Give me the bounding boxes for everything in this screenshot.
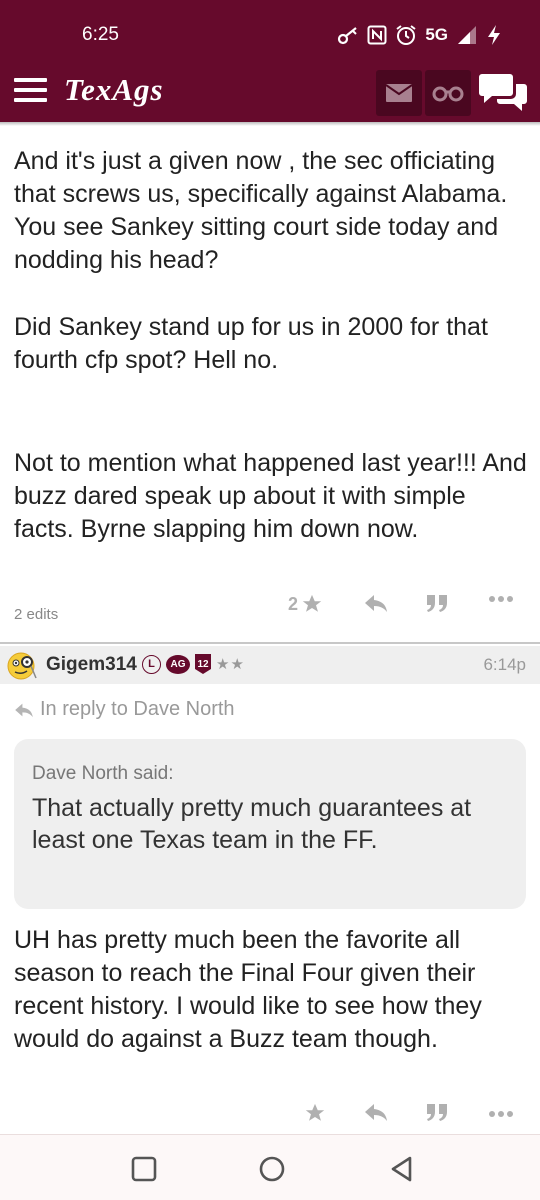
charging-icon	[488, 25, 500, 45]
reply-button[interactable]	[364, 1102, 388, 1122]
user-stars: ★★	[216, 655, 245, 673]
site-logo[interactable]: TexAgs	[64, 72, 164, 108]
network-label: 5G	[425, 25, 448, 44]
star-button[interactable]	[304, 1102, 326, 1124]
post-header: Gigem314 L AG 12 ★★ 6:14p	[0, 646, 540, 684]
user-badges: L AG 12 ★★	[142, 654, 245, 674]
post-paragraph: Did Sankey stand up for us in 2000 for t…	[14, 313, 488, 374]
quote-block: Dave North said: That actually pretty mu…	[14, 739, 526, 909]
reply-label: In reply to Dave North	[40, 698, 235, 720]
star-icon	[305, 1103, 325, 1121]
status-time: 6:25	[82, 24, 119, 45]
star-count: 2	[288, 593, 299, 614]
mail-icon	[386, 84, 412, 102]
binoculars-button[interactable]	[425, 70, 471, 116]
username[interactable]: Gigem314	[46, 654, 137, 676]
post-time: 6:14p	[483, 655, 526, 674]
quote-icon	[427, 595, 447, 612]
quote-text: That actually pretty much guarantees at …	[32, 794, 472, 854]
reply-icon	[15, 703, 33, 717]
header-shadow	[0, 122, 540, 126]
reply-button[interactable]	[364, 593, 388, 613]
home-icon[interactable]	[258, 1155, 286, 1183]
quote-icon	[427, 1104, 447, 1121]
star-icon	[302, 594, 322, 612]
reply-icon	[365, 595, 387, 612]
more-icon	[489, 1111, 513, 1117]
reply-link[interactable]: In reply to Dave North	[14, 698, 235, 721]
nfc-icon	[367, 25, 387, 45]
recents-icon[interactable]	[130, 1155, 158, 1183]
app-header: TexAgs	[0, 66, 540, 122]
badge-12: 12	[195, 654, 211, 674]
star-button[interactable]: 2	[288, 593, 323, 615]
back-icon[interactable]	[388, 1155, 416, 1183]
post-divider	[0, 642, 540, 644]
badge-l: L	[142, 654, 161, 674]
post-actions: 2	[0, 593, 540, 623]
system-nav-bar	[0, 1134, 540, 1200]
quote-button[interactable]	[426, 1102, 448, 1122]
status-icons: 5G	[337, 22, 502, 48]
key-icon	[338, 27, 358, 45]
avatar[interactable]	[6, 650, 38, 680]
post-paragraph: And it's just a given now , the sec offi…	[14, 147, 508, 274]
status-bar: 6:25 5G	[0, 0, 540, 66]
binoculars-icon	[432, 86, 464, 102]
signal-icon	[458, 26, 476, 44]
post-paragraph: Not to mention what happened last year!!…	[14, 449, 527, 543]
more-button[interactable]	[488, 595, 514, 603]
reply-icon	[365, 1104, 387, 1121]
more-button[interactable]	[488, 1110, 514, 1118]
quote-button[interactable]	[426, 593, 448, 613]
chat-icon[interactable]	[478, 72, 528, 114]
badge-ag: AG	[166, 654, 190, 674]
mail-button[interactable]	[376, 70, 422, 116]
menu-icon[interactable]	[14, 78, 47, 104]
quote-author[interactable]: Dave North said:	[32, 763, 174, 785]
post-body: UH has pretty much been the favorite all…	[14, 926, 482, 1053]
post-actions	[0, 1102, 540, 1132]
alarm-icon	[396, 25, 416, 45]
more-icon	[489, 596, 513, 602]
